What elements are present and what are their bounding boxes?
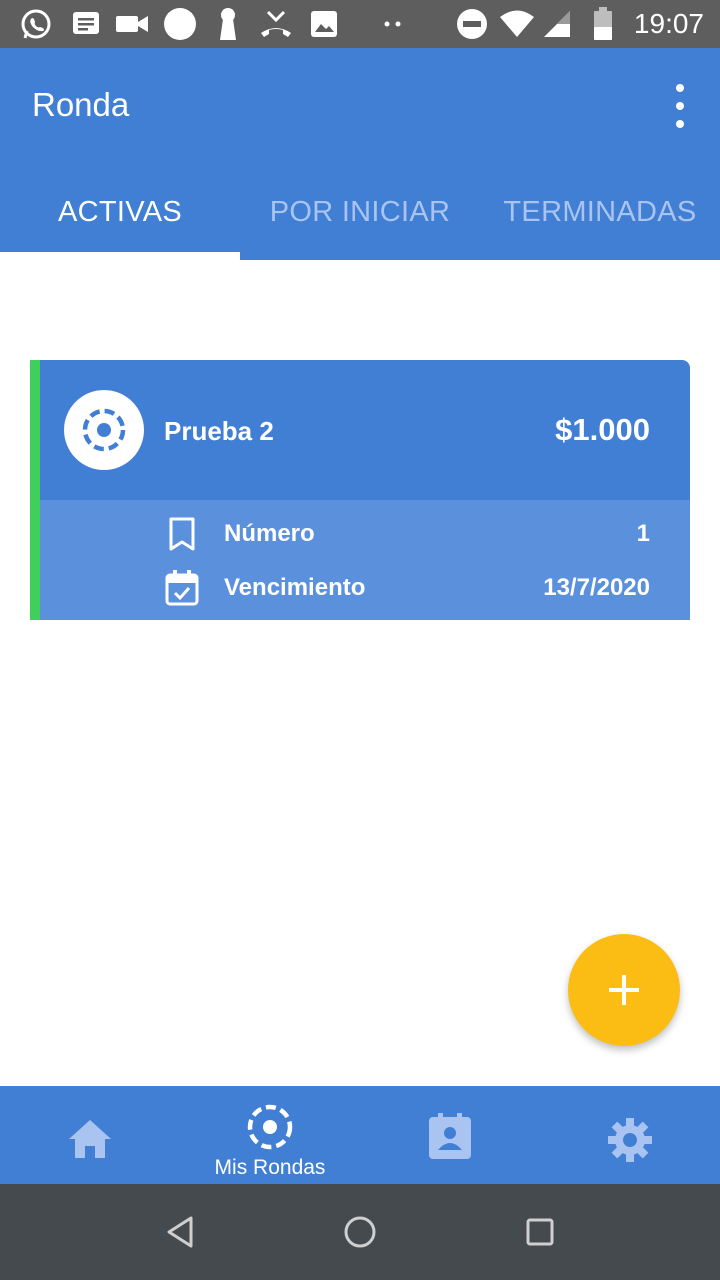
tab-indicator — [0, 252, 240, 260]
card-amount: $1.000 — [555, 412, 650, 447]
card-header: Prueba 2 $1.000 — [40, 360, 690, 500]
home-icon — [0, 1118, 180, 1160]
add-ronda-button[interactable] — [568, 934, 680, 1046]
nav-item-mis-rondas[interactable]: Mis Rondas — [180, 1086, 360, 1184]
app-bar: Ronda — [0, 48, 720, 164]
card-title: Prueba 2 — [164, 416, 274, 446]
system-navigation — [0, 1184, 720, 1280]
video-icon — [114, 6, 150, 42]
circle-icon — [162, 6, 198, 42]
ronda-circle-icon — [64, 390, 144, 470]
message-icon — [70, 6, 102, 42]
settings-icon — [540, 1116, 720, 1164]
wifi-icon — [498, 6, 536, 42]
tab-activas[interactable]: ACTIVAS — [0, 164, 240, 260]
home-circle-icon[interactable] — [336, 1208, 384, 1256]
nav-item-contacts[interactable] — [360, 1086, 540, 1184]
tab-por-iniciar[interactable]: POR INICIAR — [240, 164, 480, 260]
row-label: Número — [224, 520, 315, 547]
bookmark-icon — [164, 514, 200, 554]
more-vert-icon[interactable] — [670, 84, 690, 128]
image-icon — [308, 6, 340, 42]
plus-icon — [609, 975, 639, 1005]
row-value: 1 — [636, 520, 650, 547]
missed-call-icon — [258, 6, 294, 42]
app-title: Ronda — [32, 86, 130, 123]
dots-icon — [378, 6, 408, 42]
ronda-circle-icon — [180, 1102, 360, 1152]
card-row-vencimiento: Vencimiento 13/7/2020 — [40, 568, 690, 608]
card-row-numero: Número 1 — [40, 514, 690, 554]
recents-icon[interactable] — [516, 1208, 564, 1256]
do-not-disturb-icon — [454, 6, 490, 42]
signal-icon — [542, 6, 572, 42]
calendar-check-icon — [164, 568, 200, 608]
ronda-card[interactable]: Prueba 2 $1.000 Número 1 Vencimiento 13/… — [30, 360, 690, 620]
card-details: Número 1 Vencimiento 13/7/2020 — [40, 500, 690, 620]
battery-icon — [590, 6, 616, 42]
status-time: 19:07 — [633, 8, 704, 39]
back-icon[interactable] — [156, 1208, 204, 1256]
row-value: 13/7/2020 — [543, 574, 650, 601]
tab-bar: ACTIVAS POR INICIAR TERMINADAS — [0, 164, 720, 260]
bottom-navigation: Mis Rondas — [0, 1086, 720, 1184]
contact-calendar-icon — [360, 1112, 540, 1160]
whatsapp-icon — [18, 6, 54, 42]
nav-item-home[interactable] — [0, 1086, 180, 1184]
tab-terminadas[interactable]: TERMINADAS — [480, 164, 720, 260]
row-label: Vencimiento — [224, 574, 366, 601]
keyhole-icon — [214, 6, 242, 42]
nav-label: Mis Rondas — [214, 1156, 326, 1179]
status-bar: 19:07 — [0, 0, 720, 48]
card-status-accent — [30, 360, 40, 620]
nav-item-settings[interactable] — [540, 1086, 720, 1184]
